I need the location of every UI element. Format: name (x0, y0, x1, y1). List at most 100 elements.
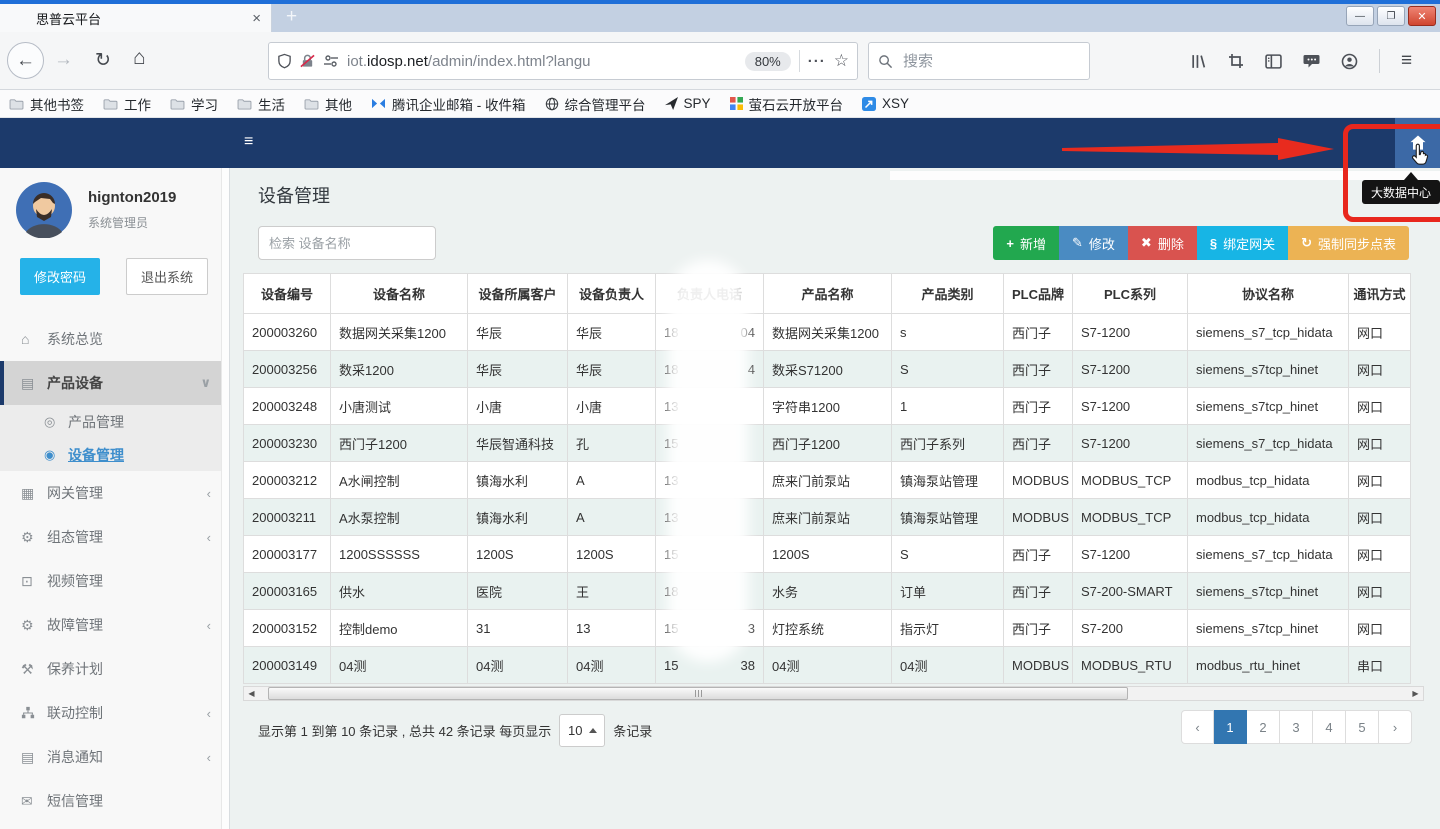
sidebar-item-保养计划[interactable]: ⚒保养计划 (0, 647, 229, 691)
bookmark-item[interactable]: 其他 (304, 94, 352, 114)
pager-page-4[interactable]: 4 (1313, 710, 1346, 744)
column-header[interactable]: 协议名称 (1188, 274, 1349, 314)
column-header[interactable]: 设备编号 (244, 274, 331, 314)
logout-button[interactable]: 退出系统 (126, 258, 208, 295)
new-tab-button[interactable]: + (286, 6, 297, 28)
sidebar-item-系统总览[interactable]: ⌂系统总览 (0, 317, 229, 361)
bookmark-star-icon[interactable]: ☆ (834, 51, 849, 71)
page-actions-icon[interactable]: ··· (808, 53, 826, 70)
table-row[interactable]: 200003256数采1200华辰华辰184数采S71200S西门子S7-120… (244, 351, 1411, 388)
tab-close-icon[interactable]: × (252, 10, 261, 27)
close-button[interactable]: ✕ (1408, 6, 1436, 26)
pager-page-5[interactable]: 5 (1346, 710, 1379, 744)
table-row[interactable]: 200003212A水闸控制镇海水利A13庶来门前泵站镇海泵站管理MODBUSM… (244, 462, 1411, 499)
subitem-label: 产品管理 (68, 412, 124, 432)
sidebar-item-网关管理[interactable]: ▦网关管理‹ (0, 471, 229, 515)
column-header[interactable]: 产品类别 (892, 274, 1004, 314)
browser-search-bar[interactable] (868, 42, 1090, 80)
table-row[interactable]: 200003260数据网关采集1200华辰华辰1804数据网关采集1200s西门… (244, 314, 1411, 351)
bookmark-item[interactable]: 学习 (170, 94, 218, 114)
bookmark-item[interactable]: 萤石云开放平台 (730, 94, 844, 114)
table-cell: S7-200 (1073, 610, 1188, 647)
table-row[interactable]: 200003211A水泵控制镇海水利A13庶来门前泵站镇海泵站管理MODBUSM… (244, 499, 1411, 536)
sidebar-item-故障管理[interactable]: ⚙故障管理‹ (0, 603, 229, 647)
table-row[interactable]: 200003248小唐测试小唐小唐13字符串12001西门子S7-1200sie… (244, 388, 1411, 425)
browser-tab[interactable]: 思普云平台 × (0, 4, 272, 32)
forward-button[interactable]: → (54, 49, 73, 71)
maintain-icon: ⚒ (21, 661, 47, 678)
bookmark-item[interactable]: SPY (665, 96, 711, 111)
sidebar-subitem-产品管理[interactable]: ◎产品管理 (0, 405, 229, 438)
toolbar-button-强制同步点表[interactable]: ↻强制同步点表 (1288, 226, 1409, 260)
page-size-select[interactable]: 10 (559, 714, 605, 747)
pager-page-2[interactable]: 2 (1247, 710, 1280, 744)
device-search-input[interactable] (258, 226, 436, 260)
column-header[interactable]: 设备名称 (331, 274, 468, 314)
toolbar-button-新增[interactable]: +新增 (993, 226, 1059, 260)
url-bar[interactable]: iot.idosp.net/admin/index.html?langu 80%… (268, 42, 858, 80)
table-cell: MODBUS_TCP (1073, 462, 1188, 499)
toolbar-button-修改[interactable]: ✎修改 (1059, 226, 1128, 260)
shield-icon[interactable] (277, 53, 292, 69)
bookmark-item[interactable]: 腾讯企业邮箱 - 收件箱 (371, 94, 526, 114)
zoom-level-badge[interactable]: 80% (745, 52, 791, 71)
pager-prev[interactable]: ‹ (1181, 710, 1214, 744)
sidebar-item-消息通知[interactable]: ▤消息通知‹ (0, 735, 229, 779)
account-icon[interactable] (1341, 53, 1358, 70)
sidebar-item-组态管理[interactable]: ⚙组态管理‹ (0, 515, 229, 559)
toolbar-button-删除[interactable]: ✖删除 (1128, 226, 1197, 260)
sidebar-item-联动控制[interactable]: 联动控制‹ (0, 691, 229, 735)
lock-insecure-icon[interactable] (300, 53, 315, 69)
restore-button[interactable]: ❐ (1377, 6, 1405, 26)
scrollbar-thumb[interactable] (268, 687, 1128, 700)
sidebar-item-产品设备[interactable]: ▤产品设备∨ (0, 361, 229, 405)
pager-next[interactable]: › (1379, 710, 1412, 744)
chevron-icon: ‹ (207, 530, 211, 545)
back-button[interactable]: ← (7, 42, 44, 79)
chevron-icon: ‹ (207, 618, 211, 633)
table-row[interactable]: 2000031771200SSSSSS1200S1200S151200SS西门子… (244, 536, 1411, 573)
sidebar-item-视频管理[interactable]: ⊡视频管理 (0, 559, 229, 603)
change-password-button[interactable]: 修改密码 (20, 258, 100, 295)
scroll-left-arrow[interactable]: ◀ (244, 687, 259, 700)
column-header[interactable]: PLC品牌 (1004, 274, 1073, 314)
scroll-right-arrow[interactable]: ▶ (1408, 687, 1423, 700)
table-cell: S7-200-SMART (1073, 573, 1188, 610)
home-button[interactable]: ⌂ (133, 46, 146, 70)
sidebars-icon[interactable] (1265, 54, 1282, 69)
reload-button[interactable]: ↻ (95, 49, 111, 72)
search-input[interactable] (901, 52, 1051, 71)
horizontal-scrollbar[interactable]: ◀ ▶ (243, 686, 1424, 701)
table-row[interactable]: 200003165供水医院王18水务订单西门子S7-200-SMARTsieme… (244, 573, 1411, 610)
sidebar-item-短信管理[interactable]: ✉短信管理 (0, 779, 229, 823)
bookmark-item[interactable]: 其他书签 (9, 94, 84, 114)
sidebar-item-partial[interactable]: ▦ (0, 823, 229, 829)
table-cell: S (892, 351, 1004, 388)
bookmark-item[interactable]: 综合管理平台 (545, 94, 646, 114)
library-icon[interactable] (1190, 53, 1207, 70)
column-header[interactable]: 产品名称 (764, 274, 892, 314)
xsy-icon (862, 97, 876, 111)
url-text[interactable]: iot.idosp.net/admin/index.html?langu (347, 53, 737, 70)
pocket-messages-icon[interactable] (1303, 54, 1320, 69)
minimize-button[interactable]: — (1346, 6, 1374, 26)
column-header[interactable]: 设备负责人 (568, 274, 656, 314)
pager-page-1[interactable]: 1 (1214, 710, 1247, 744)
column-header[interactable]: 通讯方式 (1349, 274, 1411, 314)
toolbar-button-绑定网关[interactable]: §绑定网关 (1197, 226, 1288, 260)
bookmark-item[interactable]: 工作 (103, 94, 151, 114)
table-row[interactable]: 20000314904测04测04测153804测04测MODBUSMODBUS… (244, 647, 1411, 684)
sidebar-toggle-icon[interactable]: ≡ (244, 133, 253, 151)
permissions-icon[interactable] (323, 54, 339, 68)
screenshot-icon[interactable] (1228, 53, 1244, 69)
table-cell: 小唐 (468, 388, 568, 425)
column-header[interactable]: PLC系列 (1073, 274, 1188, 314)
bookmark-item[interactable]: 生活 (237, 94, 285, 114)
table-row[interactable]: 200003152控制demo3113153灯控系统指示灯西门子S7-200si… (244, 610, 1411, 647)
column-header[interactable]: 设备所属客户 (468, 274, 568, 314)
bookmark-item[interactable]: XSY (862, 96, 909, 111)
table-row[interactable]: 200003230西门子1200华辰智通科技孔15西门子1200西门子系列西门子… (244, 425, 1411, 462)
pager-page-3[interactable]: 3 (1280, 710, 1313, 744)
menu-icon[interactable]: ≡ (1401, 50, 1412, 72)
sidebar-subitem-设备管理[interactable]: ◉设备管理 (0, 438, 229, 471)
